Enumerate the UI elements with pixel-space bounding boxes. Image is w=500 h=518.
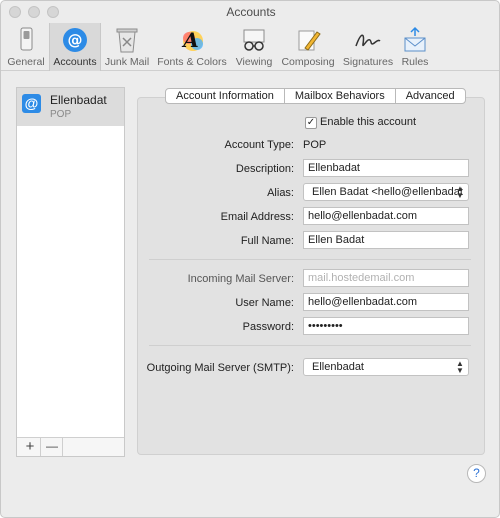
incoming-mail-server-label: Incoming Mail Server: <box>187 273 294 285</box>
outgoing-mail-server-label: Outgoing Mail Server (SMTP): <box>146 362 294 374</box>
password-label: Password: <box>242 321 294 333</box>
window-title: Accounts <box>226 5 276 19</box>
tab-mailbox-behaviors[interactable]: Mailbox Behaviors <box>285 89 396 103</box>
preferences-toolbar: General @ Accounts Junk Mail A Fonts & C… <box>1 23 499 71</box>
outgoing-select-value: Ellenbadat <box>312 361 364 373</box>
alias-select[interactable]: Ellen Badat <hello@ellenbadat ▲ ▼ <box>303 183 469 201</box>
toolbar-viewing[interactable]: Viewing <box>232 23 276 71</box>
tab-account-information[interactable]: Account Information <box>166 89 285 103</box>
pencil-icon <box>298 30 321 51</box>
account-type-value: POP <box>303 139 327 151</box>
trash-can-icon <box>116 28 138 53</box>
toolbar-fonts-colors-label: Fonts & Colors <box>157 56 227 68</box>
divider <box>149 259 471 260</box>
alias-label: Alias: <box>267 187 294 199</box>
toolbar-viewing-label: Viewing <box>235 56 273 68</box>
accounts-preferences-window: Accounts General @ Accounts Junk Mail A … <box>0 0 500 518</box>
user-name-label: User Name: <box>235 297 294 309</box>
settings-tab-bar: Account Information Mailbox Behaviors Ad… <box>165 88 466 104</box>
toolbar-general[interactable]: General <box>4 23 48 71</box>
toolbar-signatures-label: Signatures <box>342 56 394 68</box>
account-list-actions: + — <box>17 437 124 456</box>
enable-account-label: Enable this account <box>320 116 417 128</box>
account-name: Ellenbadat <box>50 93 107 107</box>
toolbar-accounts-label: Accounts <box>53 56 97 68</box>
toolbar-composing-label: Composing <box>281 56 335 68</box>
signature-icon <box>355 34 381 47</box>
account-list-item[interactable]: @ Ellenbadat POP <box>17 88 124 126</box>
alias-select-value: Ellen Badat <hello@ellenbadat <box>312 186 463 198</box>
toolbar-signatures[interactable]: Signatures <box>340 23 396 71</box>
toolbar-junk-mail[interactable]: Junk Mail <box>102 23 152 71</box>
enable-account-checkbox[interactable]: ✓ <box>305 117 317 129</box>
tab-advanced[interactable]: Advanced <box>396 89 465 103</box>
account-type-label: Account Type: <box>224 139 294 151</box>
add-account-button[interactable]: + <box>20 438 41 456</box>
title-bar: Accounts <box>1 1 499 23</box>
toolbar-general-label: General <box>7 56 45 68</box>
svg-text:A: A <box>181 28 199 52</box>
help-button[interactable]: ? <box>467 464 486 483</box>
glasses-icon <box>243 29 265 51</box>
at-sign-icon: @ <box>63 28 87 52</box>
full-name-field[interactable]: Ellen Badat <box>303 231 469 249</box>
user-name-field[interactable]: hello@ellenbadat.com <box>303 293 469 311</box>
incoming-mail-server-field[interactable]: mail.hostedemail.com <box>303 269 469 287</box>
chevron-updown-icon: ▲ ▼ <box>456 359 464 375</box>
email-address-field[interactable]: hello@ellenbadat.com <box>303 207 469 225</box>
toolbar-fonts-colors[interactable]: A Fonts & Colors <box>153 23 231 71</box>
toolbar-composing[interactable]: Composing <box>278 23 338 71</box>
at-sign-icon: @ <box>22 94 41 113</box>
chevron-updown-icon: ▲ ▼ <box>456 184 464 200</box>
toolbar-rules-label: Rules <box>401 56 429 68</box>
toolbar-rules[interactable]: Rules <box>397 23 433 71</box>
full-name-label: Full Name: <box>240 235 294 247</box>
switch-icon <box>20 27 33 51</box>
svg-text:@: @ <box>68 31 83 49</box>
outgoing-mail-server-select[interactable]: Ellenbadat ▲ ▼ <box>303 358 469 376</box>
account-type: POP <box>50 109 72 120</box>
font-palette-icon: A <box>181 28 203 52</box>
toolbar-accounts[interactable]: @ Accounts <box>49 23 101 71</box>
accounts-list: @ Ellenbadat POP + — <box>16 87 125 457</box>
toolbar-junk-mail-label: Junk Mail <box>104 56 150 68</box>
divider <box>149 345 471 346</box>
description-label: Description: <box>235 163 294 175</box>
envelope-arrows-icon <box>404 26 426 52</box>
email-address-label: Email Address: <box>220 211 294 223</box>
password-field[interactable]: ••••••••• <box>303 317 469 335</box>
remove-account-button[interactable]: — <box>42 438 63 456</box>
description-field[interactable]: Ellenbadat <box>303 159 469 177</box>
